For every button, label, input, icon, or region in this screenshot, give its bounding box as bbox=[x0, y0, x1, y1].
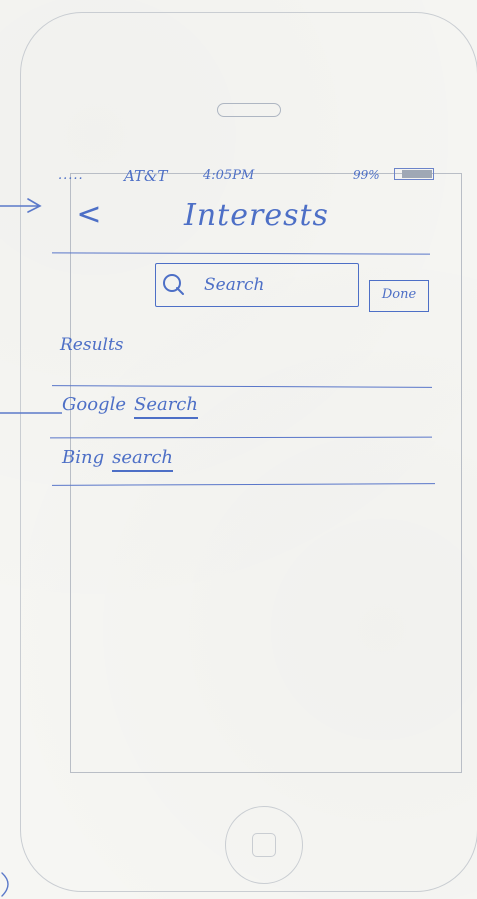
result-item-google[interactable]: Google Search bbox=[62, 391, 300, 419]
status-bar: ..... AT&T 4:05PM 99% bbox=[58, 164, 436, 188]
battery-icon bbox=[394, 168, 434, 180]
home-button[interactable] bbox=[225, 806, 303, 884]
done-button[interactable]: Done bbox=[369, 280, 429, 312]
annotation-line bbox=[0, 412, 62, 414]
status-time: 4:05PM bbox=[203, 168, 255, 183]
carrier-name: AT&T bbox=[124, 167, 168, 185]
search-input[interactable] bbox=[204, 271, 344, 299]
results-heading: Results bbox=[60, 335, 124, 355]
home-button-icon bbox=[252, 833, 276, 857]
page-title: Interests bbox=[184, 198, 329, 233]
result-link[interactable]: search bbox=[112, 446, 174, 472]
speaker-icon bbox=[217, 103, 281, 117]
search-icon bbox=[163, 274, 184, 295]
signal-strength: ..... bbox=[58, 168, 84, 183]
result-item-bing[interactable]: Bing search bbox=[62, 444, 292, 472]
search-bar[interactable] bbox=[155, 263, 359, 307]
annotation-arrow-icon bbox=[0, 198, 42, 213]
back-button[interactable]: < bbox=[72, 198, 106, 232]
corner-mark bbox=[1, 872, 9, 897]
battery-percent: 99% bbox=[353, 168, 380, 182]
sketch-page: ..... AT&T 4:05PM 99% < Interests Done R… bbox=[0, 0, 477, 899]
result-prefix: Google bbox=[62, 394, 126, 415]
result-link[interactable]: Search bbox=[133, 393, 198, 419]
result-prefix: Bing bbox=[62, 447, 105, 468]
